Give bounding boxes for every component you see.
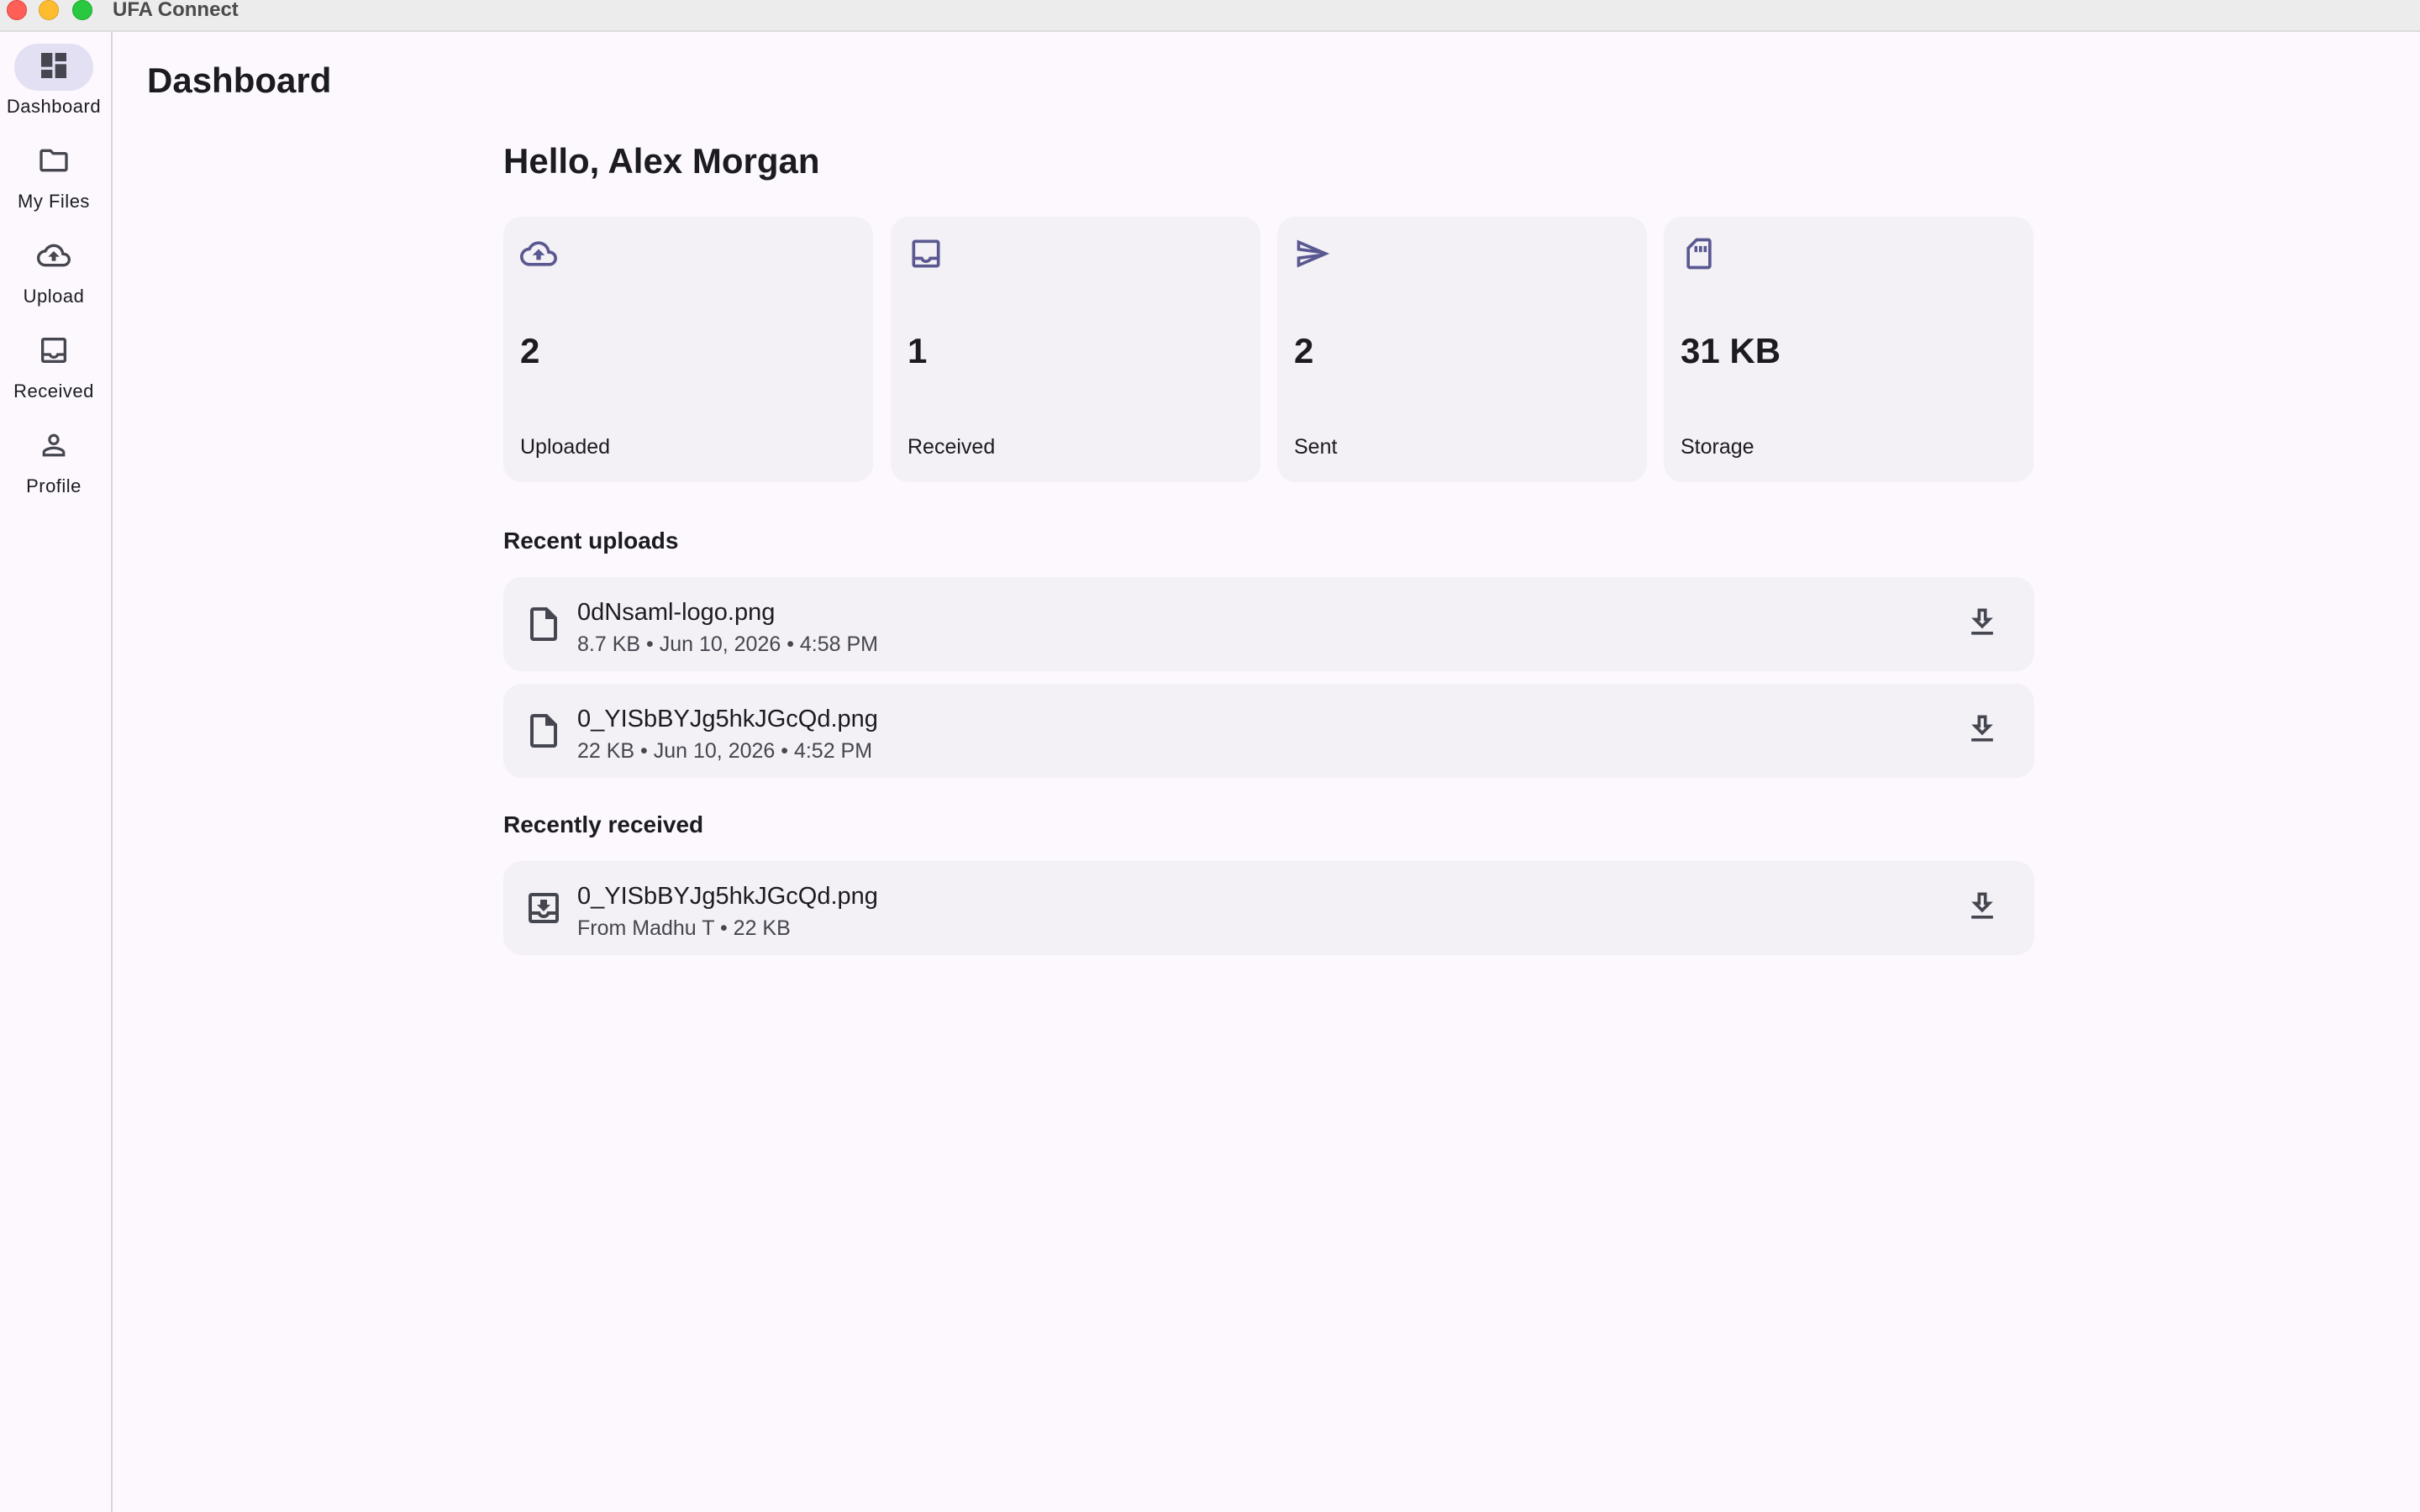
person-icon	[37, 428, 71, 466]
list-item[interactable]: 0_YISbBYJg5hkJGcQd.png 22 KB • Jun 10, 2…	[503, 684, 2034, 778]
nav-item-my-files[interactable]: My Files	[0, 139, 108, 223]
nav-pill	[14, 234, 93, 281]
move-to-inbox-icon	[523, 888, 564, 928]
nav-item-profile[interactable]: Profile	[0, 423, 108, 507]
page-title: Dashboard	[147, 60, 332, 100]
stat-value: 2	[520, 331, 540, 370]
stat-card-uploaded: 2 Uploaded	[503, 217, 873, 482]
send-icon	[1294, 235, 1331, 272]
nav-label: Profile	[26, 475, 82, 496]
stat-label: Received	[908, 435, 996, 459]
file-name: 0dNsaml-logo.png	[577, 599, 776, 626]
file-icon	[523, 604, 564, 644]
file-meta: From Madhu T • 22 KB	[577, 916, 791, 940]
nav-item-received[interactable]: Received	[0, 328, 108, 412]
file-name: 0_YISbBYJg5hkJGcQd.png	[577, 706, 878, 732]
window-title: UFA Connect	[113, 0, 239, 21]
nav-label: Upload	[23, 286, 85, 307]
nav-item-dashboard[interactable]: Dashboard	[0, 44, 108, 128]
stat-label: Uploaded	[520, 435, 611, 459]
nav-pill	[14, 328, 93, 375]
file-meta: 8.7 KB • Jun 10, 2026 • 4:58 PM	[577, 633, 879, 656]
nav-item-upload[interactable]: Upload	[0, 234, 108, 318]
stat-label: Sent	[1294, 435, 1338, 459]
download-icon	[1964, 711, 2001, 752]
stat-value: 31 KB	[1681, 331, 1781, 370]
title-bar: UFA Connect	[0, 0, 2420, 32]
download-button[interactable]	[1960, 886, 2004, 930]
file-name: 0_YISbBYJg5hkJGcQd.png	[577, 883, 878, 910]
stat-card-sent: 2 Sent	[1277, 217, 1647, 482]
list-item[interactable]: 0_YISbBYJg5hkJGcQd.png From Madhu T • 22…	[503, 861, 2034, 955]
download-icon	[1964, 888, 2001, 929]
zoom-window-button[interactable]	[72, 0, 92, 20]
file-meta: 22 KB • Jun 10, 2026 • 4:52 PM	[577, 739, 873, 763]
cloud-upload-icon	[37, 239, 71, 276]
folder-icon	[37, 144, 71, 181]
nav-label: My Files	[18, 191, 90, 212]
dashboard-icon	[37, 49, 71, 87]
download-button[interactable]	[1960, 602, 2004, 646]
stat-value: 1	[908, 331, 928, 370]
stat-value: 2	[1294, 331, 1314, 370]
stat-card-storage: 31 KB Storage	[1664, 217, 2033, 482]
nav-label: Received	[13, 381, 94, 402]
list-item[interactable]: 0dNsaml-logo.png 8.7 KB • Jun 10, 2026 •…	[503, 577, 2034, 671]
nav-pill	[14, 139, 93, 186]
close-window-button[interactable]	[7, 0, 27, 20]
inbox-icon	[37, 333, 71, 371]
download-icon	[1964, 604, 2001, 645]
stat-card-received: 1 Received	[891, 217, 1260, 482]
nav-pill	[14, 423, 93, 470]
nav-pill	[14, 44, 93, 91]
nav-label: Dashboard	[6, 96, 102, 117]
download-button[interactable]	[1960, 709, 2004, 753]
navigation-rail: Dashboard My Files Upload Received Profi…	[0, 32, 113, 1512]
cloud-upload-icon	[520, 235, 557, 272]
minimize-window-button[interactable]	[39, 0, 59, 20]
stat-label: Storage	[1681, 435, 1754, 459]
section-title-recent-uploads: Recent uploads	[503, 528, 679, 554]
section-title-recently-received: Recently received	[503, 811, 704, 837]
sd-card-icon	[1681, 235, 1718, 272]
inbox-icon	[908, 235, 944, 272]
greeting: Hello, Alex Morgan	[503, 141, 820, 181]
file-icon	[523, 711, 564, 751]
